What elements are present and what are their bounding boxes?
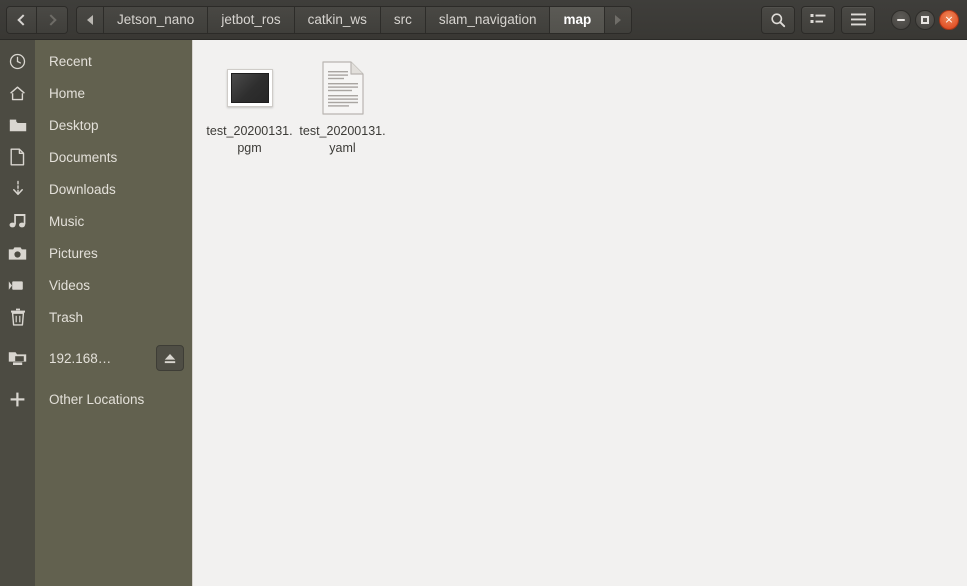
chevron-right-icon: [44, 13, 57, 26]
sidebar-item-label: Desktop: [49, 117, 99, 133]
sidebar-item-label: Documents: [49, 149, 118, 165]
sidebar-item-recent[interactable]: Recent: [0, 45, 192, 77]
minimize-icon: [897, 18, 905, 21]
sidebar-item-label: Home: [49, 85, 86, 101]
file-thumbnail: [321, 58, 365, 118]
eject-button[interactable]: [156, 345, 184, 371]
file-item-yaml[interactable]: test_20200131.yaml: [296, 54, 389, 163]
clock-icon: [0, 53, 35, 70]
sidebar-separator-2: [0, 374, 192, 383]
path-scroll-right-button[interactable]: [605, 6, 632, 33]
sidebar-item-label: Other Locations: [49, 391, 145, 407]
sidebar-item-music[interactable]: Music: [0, 205, 192, 237]
maximize-button[interactable]: [915, 9, 935, 30]
camcorder-icon: [0, 279, 35, 292]
sidebar-item-label: Trash: [49, 309, 84, 325]
view-list-icon: [810, 13, 826, 23]
file-name-label: test_20200131.pgm: [206, 124, 293, 155]
header-bar: Jetson_nano jetbot_ros catkin_ws src sla…: [0, 0, 967, 40]
sidebar-separator: [0, 333, 192, 342]
sidebar-item-label: Pictures: [49, 245, 98, 261]
file-grid: test_20200131.pgm test_20200131.yaml: [203, 54, 957, 163]
file-item-pgm[interactable]: test_20200131.pgm: [203, 54, 296, 163]
close-button[interactable]: ×: [939, 9, 959, 30]
sidebar-item-videos[interactable]: Videos: [0, 269, 192, 301]
eject-icon: [164, 353, 176, 363]
hamburger-menu-icon: [850, 13, 866, 26]
sidebar-item-pictures[interactable]: Pictures: [0, 237, 192, 269]
sidebar-item-label: Videos: [49, 277, 91, 293]
path-scroll-left-button[interactable]: [77, 6, 104, 33]
text-document-icon: [321, 61, 364, 115]
sidebar-item-downloads[interactable]: Downloads: [0, 173, 192, 205]
breadcrumb-item-src[interactable]: src: [380, 6, 426, 33]
network-drive-icon: [0, 350, 35, 366]
file-thumbnail: [226, 58, 273, 118]
forward-button[interactable]: [37, 6, 67, 33]
document-icon: [0, 148, 35, 166]
breadcrumb: Jetson_nano jetbot_ros catkin_ws src sla…: [76, 5, 633, 34]
menu-button[interactable]: [841, 5, 875, 34]
view-options-button[interactable]: [801, 5, 835, 34]
home-icon: [0, 85, 35, 102]
sidebar: Recent Home Desktop Documents Downloads …: [0, 40, 193, 586]
image-thumbnail-preview: [230, 73, 269, 103]
breadcrumb-item-slam-navigation[interactable]: slam_navigation: [425, 6, 551, 33]
image-thumbnail-icon: [226, 69, 273, 107]
navigation-button-group: [6, 5, 68, 34]
breadcrumb-item-jetson-nano[interactable]: Jetson_nano: [104, 6, 209, 33]
triangle-left-icon: [87, 14, 93, 25]
camera-icon: [0, 246, 35, 261]
download-icon: [0, 180, 35, 198]
minimize-button[interactable]: [891, 9, 911, 30]
sidebar-item-label: Downloads: [49, 181, 116, 197]
search-button[interactable]: [761, 5, 795, 34]
breadcrumb-item-jetbot-ros[interactable]: jetbot_ros: [208, 6, 295, 33]
sidebar-item-label: Recent: [49, 53, 92, 69]
sidebar-item-documents[interactable]: Documents: [0, 141, 192, 173]
sidebar-item-desktop[interactable]: Desktop: [0, 109, 192, 141]
music-icon: [0, 213, 35, 229]
plus-icon: [0, 391, 35, 408]
sidebar-list: Recent Home Desktop Documents Downloads …: [0, 40, 192, 586]
maximize-icon: [921, 15, 929, 24]
back-button[interactable]: [7, 6, 37, 33]
sidebar-item-home[interactable]: Home: [0, 77, 192, 109]
search-icon: [771, 12, 786, 27]
close-icon: ×: [944, 13, 954, 26]
file-manager-window: Jetson_nano jetbot_ros catkin_ws src sla…: [0, 0, 967, 586]
sidebar-item-trash[interactable]: Trash: [0, 301, 192, 333]
trash-icon: [0, 308, 35, 326]
sidebar-item-label: Music: [49, 213, 85, 229]
breadcrumb-item-map[interactable]: map: [550, 6, 606, 33]
triangle-right-icon: [615, 14, 622, 25]
file-name-label: test_20200131.yaml: [299, 124, 386, 155]
sidebar-item-network-mount[interactable]: 192.168…: [0, 342, 192, 374]
window-body: Recent Home Desktop Documents Downloads …: [0, 40, 967, 586]
window-controls: ×: [891, 9, 959, 30]
folder-icon: [0, 118, 35, 133]
breadcrumb-item-catkin-ws[interactable]: catkin_ws: [294, 6, 381, 33]
chevron-left-icon: [17, 13, 29, 26]
file-view[interactable]: test_20200131.pgm test_20200131.yaml: [193, 40, 967, 586]
sidebar-item-other-locations[interactable]: Other Locations: [0, 383, 192, 415]
